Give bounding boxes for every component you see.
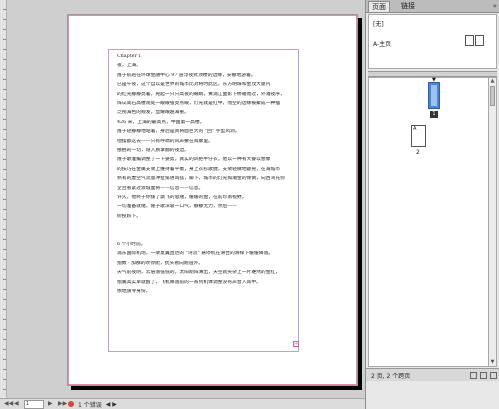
last-page-button[interactable]: ▶▶	[58, 401, 67, 407]
body-text-line: 浦东国际机场，一架夏翼直达的 "湾流" 悬停机在滑台的滑痒下缓缓降落。	[117, 251, 274, 257]
body-text-line: 指数 · 加群的吹停舱，抚头看向跑道外。	[117, 260, 204, 266]
preflight-nav[interactable]: ◀ ▶	[106, 401, 117, 408]
masters-section: [无] A-主页	[368, 14, 497, 69]
first-page-button[interactable]: ◀◀	[4, 401, 13, 407]
body-text-line: 6 个小时前。	[117, 242, 146, 247]
new-page-icon[interactable]	[480, 371, 487, 379]
tab-pages[interactable]: 页面	[368, 1, 390, 12]
preflight-error-icon[interactable]	[68, 401, 74, 407]
page-1-badge: 1	[430, 111, 438, 118]
pages-list[interactable]	[368, 77, 489, 367]
body-text-line: 他摆都这去——只有呼啸的风声撒在耳廓里。	[117, 138, 213, 144]
panel-tab-bar: 页面 链接 »	[366, 0, 499, 13]
document-canvas[interactable]: Chapter 1 夜，上海。隆子航班在环球金融中心 97 层浮夜式顶楼的边缘，安…	[0, 0, 365, 398]
body-text-line: 许久，他终于你拔了飘飞的思绪，缓缓的盘，在前珍南视野。	[117, 195, 247, 200]
body-text-line: 一切准备就绪，隆子歌深吸一口气，静静无力，然后——	[117, 204, 237, 210]
body-text-line: 指属其实早就醒了，飞机降落前的一系列机体调整没有声音入耳中。	[117, 279, 261, 285]
body-text-line: 的技巧在金属支架上维持着平衡，身上衣衫歌捷，支架轻微地颤晃，在海城市	[117, 166, 281, 172]
master-none[interactable]: [无]	[373, 19, 384, 28]
pages-panel: 页面 链接 » [无] A-主页 ▲ ▼ 2 页, 2 个跨页	[365, 0, 499, 409]
vertical-ruler[interactable]	[0, 0, 7, 398]
body-text-line: 阵试尚石高楼观处一眼眼强亮点眼，灯光就是红中，而空的边缘被聚成一种插	[117, 101, 281, 106]
page-count-text: 2 页, 2 个跨页	[371, 372, 411, 380]
scroll-thumb[interactable]	[490, 86, 495, 106]
body-text-line: 熟有的虚空气流量冲扯排进耳弦，脚下，城市的灯光如潮金的倾倒，向西湾充弥	[117, 176, 285, 182]
body-text-line: 夜，上海。	[117, 63, 141, 69]
page-2-label: 2	[416, 149, 420, 156]
body-text-line: 的红光静静亮着，晃起一只只高夜的眼睛，黄浦江面影下桥箱而过，外滩夜序，	[117, 91, 285, 97]
scroll-down-icon[interactable]: ▼	[489, 359, 496, 366]
body-text-line: 企且看紧过渡城面将——信息——信息。	[117, 185, 204, 191]
master-a-left-page-icon[interactable]	[465, 35, 474, 46]
master-a[interactable]: A-主页	[373, 39, 391, 48]
pages-scrollbar[interactable]: ▲ ▼	[489, 77, 497, 367]
status-bar: ◀◀ ◀ 1 ▶ ▶▶ 1 个错误 ◀ ▶	[0, 398, 365, 409]
page-2-master-letter: A	[413, 126, 417, 132]
prev-page-button[interactable]: ◀	[14, 401, 20, 407]
tab-links[interactable]: 链接	[398, 1, 418, 12]
body-text-line: 依地旗寻身份。	[117, 289, 151, 294]
body-text-line: 抿抿的一切，隐入质掌翻的夜边。	[117, 148, 189, 153]
scroll-up-icon[interactable]: ▲	[489, 78, 496, 85]
body-text-line: 已是午夜，这个自以是世界的城市比对将时此区。东方明珠和金茂大厦内	[117, 82, 271, 88]
page-1-thumbnail-content	[431, 85, 437, 106]
body-text-line: 隆子轻静静地站着，身后是真将面巨大的 "回" 字型风洞。	[117, 129, 240, 135]
body-text-line: 天气前夜阴，云层落低低的，太阳刚阵薄出，天空就夹杂上一片难然的金红，	[117, 270, 281, 276]
body-text-line: 隆子歌准编调整了一下姿势，真实的风把牛仔衣，他以一种有大睿以想象	[117, 157, 271, 163]
delete-page-icon[interactable]	[490, 371, 497, 379]
panel-status-bar: 2 页, 2 个跨页	[366, 368, 499, 381]
tab-links-label: 链接	[401, 2, 415, 10]
preflight-error-text[interactable]: 1 个错误	[78, 400, 102, 409]
body-text-line: 俯投跃下。	[117, 213, 141, 219]
next-page-button[interactable]: ▶	[48, 401, 54, 407]
page-number-field[interactable]: 1	[24, 399, 44, 409]
page-size-icon[interactable]	[470, 371, 477, 379]
body-text-line: 隆子航班在环球金融中心 97 层浮夜式顶楼的边缘，安静地游着。	[117, 72, 256, 78]
page-1-thumbnail[interactable]	[428, 82, 440, 109]
body-text-line: Chapter 1	[117, 54, 142, 59]
body-text-line: 426 米，上海的最高点，中国第一高楼。	[117, 119, 205, 125]
body-text-line: 泛视海色的规发，显耀眼越海重。	[117, 110, 189, 116]
tab-pages-label: 页面	[372, 3, 386, 11]
panel-menu-icon[interactable]: »	[493, 2, 497, 10]
master-a-right-page-icon[interactable]	[475, 35, 484, 46]
text-frame[interactable]: Chapter 1 夜，上海。隆子航班在环球金融中心 97 层浮夜式顶楼的边缘，安…	[117, 54, 300, 348]
page-2-thumbnail[interactable]: A	[411, 125, 426, 147]
overset-text-marker[interactable]: +	[293, 341, 299, 347]
